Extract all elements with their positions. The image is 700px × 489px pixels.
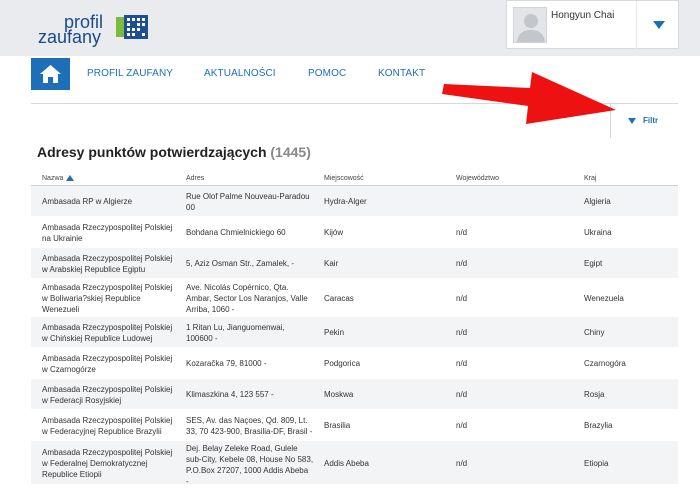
- top-header: profil zaufany Hongyun Chai: [0, 0, 700, 56]
- table-row[interactable]: Ambasada Rzeczypospolitej Polskiej w Fede…: [31, 410, 678, 441]
- cell-city: Kijów: [324, 228, 344, 237]
- filter-button[interactable]: Filtr: [628, 116, 658, 125]
- cell-country: Algieria: [584, 197, 611, 206]
- cell-address: Ave. Nicolás Copérnico, Qta. Ambar, Secto…: [186, 283, 308, 314]
- nav-kontakt[interactable]: KONTAKT: [378, 68, 425, 79]
- cell-address: SES, Av. das Naçoes, Qd. 809, Lt. 33, 70 …: [186, 416, 313, 436]
- cell-voivodeship: n/d: [456, 294, 468, 303]
- cell-name: Ambasada Rzeczypospolitej Polskiej w Arab…: [42, 254, 173, 274]
- user-name: Hongyun Chai: [551, 10, 615, 21]
- cell-voivodeship: n/d: [456, 228, 468, 237]
- cell-voivodeship: n/d: [456, 459, 468, 468]
- user-menu-divider: [636, 1, 637, 50]
- cell-address: 5, Aziz Osman Str., Zamalek, -: [186, 259, 295, 268]
- cell-address: Kozaračka 79, 81000 -: [186, 359, 267, 368]
- home-icon: [40, 65, 61, 83]
- cell-name: Ambasada Rzeczypospolitej Polskiej w Chiń…: [42, 323, 173, 343]
- cell-name: Ambasada Rzeczypospolitej Polskiej w Czar…: [42, 354, 173, 374]
- cell-city: Caracas: [324, 294, 354, 303]
- cell-name: Ambasada Rzeczypospolitej Polskiej na Ukr…: [42, 223, 173, 243]
- table-row[interactable]: Ambasada Rzeczypospolitej Polskiej w Czar…: [31, 348, 678, 379]
- cell-country: Czarnogóra: [584, 359, 626, 368]
- cell-city: Pekin: [324, 328, 345, 337]
- cell-city: Addis Abeba: [324, 459, 369, 468]
- table-row[interactable]: Ambasada Rzeczypospolitej Polskiej na Ukr…: [31, 217, 678, 248]
- page-title-text: Adresy punktów potwierdzających: [37, 144, 267, 160]
- col-header-kraj[interactable]: Kraj: [584, 175, 596, 182]
- nav-profil-zaufany[interactable]: PROFIL ZAUFANY: [87, 68, 173, 79]
- nav-pomoc[interactable]: POMOC: [308, 68, 346, 79]
- result-count: (1445): [270, 144, 311, 160]
- cell-name: Ambasada Rzeczypospolitej Polskiej w Fede…: [42, 385, 173, 405]
- sort-ascending-icon[interactable]: [66, 175, 75, 181]
- filter-caret-icon: [628, 117, 636, 124]
- cell-name: Ambasada Rzeczypospolitej Polskiej w Fede…: [42, 448, 173, 479]
- cell-city: Moskwa: [324, 390, 354, 399]
- page-title: Adresy punktów potwierdzających (1445): [37, 144, 311, 160]
- cell-voivodeship: n/d: [456, 328, 468, 337]
- table-body: Ambasada RP w Algierze Rue Olof Palme Nou…: [31, 186, 678, 486]
- cell-voivodeship: n/d: [456, 359, 468, 368]
- table-row[interactable]: Ambasada Rzeczypospolitej Polskiej w Arab…: [31, 248, 678, 279]
- cell-address: Klimaszkina 4, 123 557 -: [186, 390, 274, 399]
- cell-address: Bohdana Chmielnickiego 60: [186, 228, 286, 237]
- col-header-miejscowosc[interactable]: Miejscowość: [324, 175, 364, 182]
- table-row[interactable]: Ambasada Rzeczypospolitej Polskiej w Chiń…: [31, 317, 678, 348]
- avatar: [513, 7, 547, 43]
- user-menu[interactable]: Hongyun Chai: [506, 0, 679, 50]
- table-row[interactable]: Ambasada Rzeczypospolitej Polskiej w Boli…: [31, 279, 678, 317]
- cell-name: Ambasada RP w Algierze: [42, 197, 133, 206]
- cell-address: Dej. Belay Zeleke Road, Gulele sub-City, …: [186, 444, 314, 486]
- col-header-nazwa[interactable]: Nazwa: [42, 175, 75, 182]
- col-header-adres[interactable]: Adres: [186, 175, 204, 182]
- nav-aktualnosci[interactable]: AKTUALNOŚCI: [204, 68, 276, 79]
- table-header: Nazwa Adres Miejscowość Województwo Kraj: [31, 170, 678, 186]
- chevron-down-icon[interactable]: [653, 21, 665, 29]
- cell-city: Kair: [324, 259, 339, 268]
- col-header-wojewodztwo[interactable]: Województwo: [456, 175, 499, 182]
- cell-country: Wenezuela: [584, 294, 624, 303]
- cell-voivodeship: n/d: [456, 390, 468, 399]
- cell-city: Hydra-Alger: [324, 197, 367, 206]
- cell-country: Rosja: [584, 390, 605, 399]
- red-arrow-annotation: [442, 72, 616, 124]
- cell-city: Podgorica: [324, 359, 361, 368]
- cell-address: 1 Ritan Lu, Jianguomenwai, 100600 -: [186, 323, 285, 343]
- cell-voivodeship: n/d: [456, 421, 468, 430]
- cell-name: Ambasada Rzeczypospolitej Polskiej w Boli…: [42, 283, 173, 314]
- cell-country: Ukraina: [584, 228, 612, 237]
- cell-address: Rue Olof Palme Nouveau-Paradou 00: [186, 192, 310, 212]
- cell-name: Ambasada Rzeczypospolitej Polskiej w Fede…: [42, 416, 173, 436]
- logo-text-line2: zaufany: [38, 27, 102, 47]
- logo-mark-icon: [116, 15, 148, 39]
- cell-city: Brasilia: [324, 421, 351, 430]
- avatar-placeholder-icon: [517, 14, 545, 42]
- cell-voivodeship: n/d: [456, 259, 468, 268]
- table-row[interactable]: Ambasada RP w Algierze Rue Olof Palme Nou…: [31, 186, 678, 217]
- profil-zaufany-logo[interactable]: profil zaufany: [38, 12, 158, 47]
- cell-country: Egipt: [584, 259, 603, 268]
- col-header-label: Nazwa: [42, 175, 64, 182]
- table-row[interactable]: Ambasada Rzeczypospolitej Polskiej w Fede…: [31, 441, 678, 486]
- table-row[interactable]: Ambasada Rzeczypospolitej Polskiej w Fede…: [31, 379, 678, 410]
- cell-country: Etiopia: [584, 459, 609, 468]
- addresses-table: Nazwa Adres Miejscowość Województwo Kraj…: [31, 170, 678, 486]
- home-button[interactable]: [31, 58, 70, 90]
- cell-country: Brazylia: [584, 421, 613, 430]
- filter-label: Filtr: [643, 116, 659, 125]
- cell-country: Chiny: [584, 328, 605, 337]
